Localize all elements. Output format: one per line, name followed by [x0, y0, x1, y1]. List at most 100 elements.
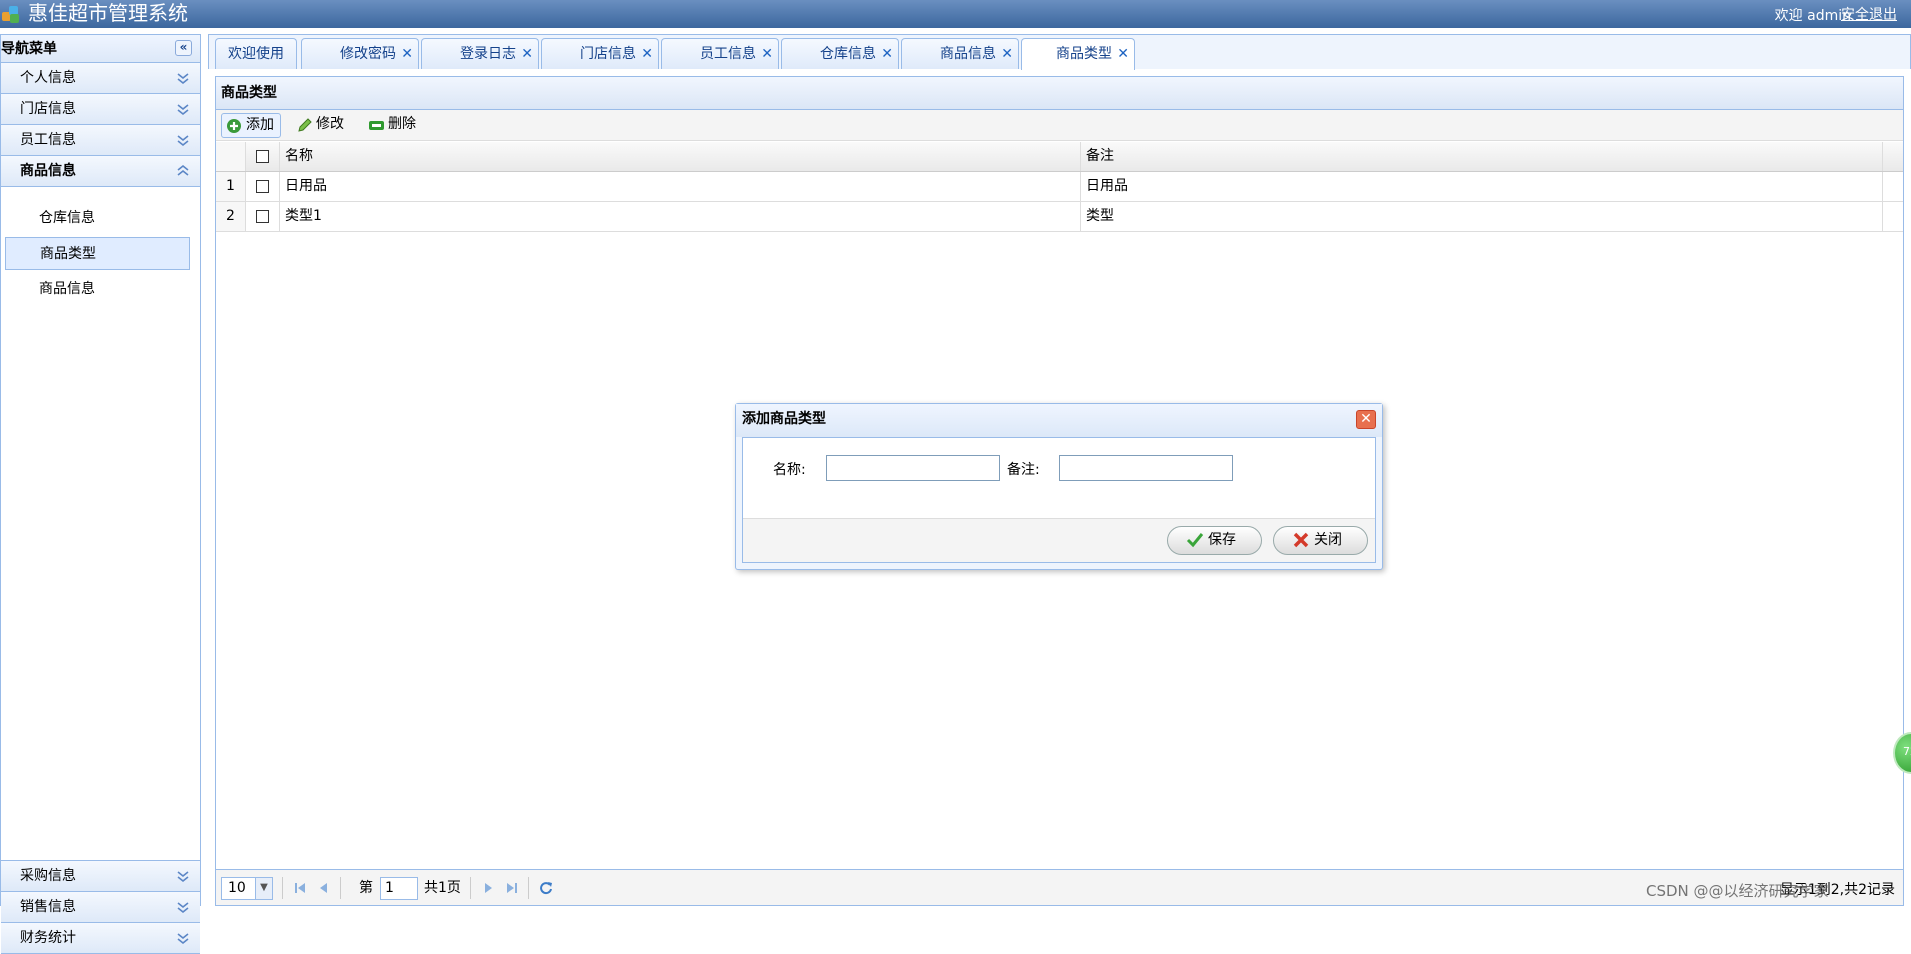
select-all-checkbox[interactable] — [256, 150, 269, 163]
page-size-select[interactable]: 10 ▼ — [221, 877, 273, 900]
close-icon[interactable]: ✕ — [761, 39, 773, 70]
chevron-down-icon: ▼ — [255, 878, 272, 899]
section-label: 采购信息 — [20, 868, 76, 884]
tab-label: 商品类型 — [1056, 46, 1112, 62]
delete-label: 删除 — [388, 116, 416, 132]
sidebar-section-purchase[interactable]: 采购信息 — [1, 861, 200, 892]
sidebar-section-finance[interactable]: 财务统计 — [1, 923, 200, 954]
watermark: CSDN @@以经济研究学家 — [1646, 882, 1829, 900]
app-logo-icon — [2, 6, 26, 24]
sidebar-section-sales[interactable]: 销售信息 — [1, 892, 200, 923]
tab-staff-info[interactable]: 员工信息 ✕ — [661, 38, 779, 69]
tab-label: 员工信息 — [700, 46, 756, 62]
close-icon[interactable]: ✕ — [1117, 39, 1129, 70]
cell-name: 类型1 — [280, 202, 1081, 231]
tab-store-info[interactable]: 门店信息 ✕ — [541, 38, 659, 69]
close-button[interactable]: 关闭 — [1273, 526, 1368, 555]
first-page-icon[interactable] — [292, 880, 308, 896]
welcome-text: 欢迎 admin — [1774, 8, 1851, 24]
minus-icon — [369, 121, 384, 130]
row-number-header — [216, 142, 246, 171]
row-checkbox[interactable] — [256, 210, 269, 223]
name-input[interactable] — [826, 455, 1000, 481]
row-number: 1 — [216, 172, 246, 201]
add-button[interactable]: 添加 — [221, 113, 281, 138]
sidebar-header: 导航菜单 « — [1, 35, 200, 63]
divider — [470, 877, 471, 899]
next-page-icon[interactable] — [480, 880, 496, 896]
logout-link[interactable]: 安全退出 — [1841, 4, 1897, 24]
tab-label: 欢迎使用 — [228, 46, 284, 62]
row-check-cell — [246, 172, 280, 201]
section-label: 商品信息 — [20, 163, 76, 179]
section-label: 门店信息 — [20, 101, 76, 117]
toolbar: 添加 修改 删除 — [216, 110, 1903, 141]
sidebar-item-goods-type[interactable]: 商品类型 — [5, 237, 190, 270]
chevron-down-icon — [176, 71, 190, 85]
sidebar-section-goods[interactable]: 商品信息 — [1, 156, 200, 187]
table-row[interactable]: 1 日用品 日用品 — [216, 172, 1903, 202]
remark-input[interactable] — [1059, 455, 1233, 481]
tab-change-password[interactable]: 修改密码 ✕ — [301, 38, 419, 69]
save-label: 保存 — [1208, 532, 1236, 548]
app-header: 惠佳超市管理系统 欢迎 admin 安全退出 — [0, 0, 1911, 28]
chevron-down-icon — [176, 931, 190, 945]
close-icon[interactable]: ✕ — [1356, 410, 1376, 429]
grid-header: 名称 备注 — [216, 142, 1903, 172]
section-label: 员工信息 — [20, 132, 76, 148]
tab-login-log[interactable]: 登录日志 ✕ — [421, 38, 539, 69]
collapse-sidebar-button[interactable]: « — [175, 40, 192, 56]
save-button[interactable]: 保存 — [1167, 526, 1262, 555]
dialog-header: 添加商品类型 ✕ — [736, 404, 1382, 437]
column-header-name[interactable]: 名称 — [280, 142, 1081, 171]
add-label: 添加 — [246, 117, 274, 133]
sidebar-item-goods-info[interactable]: 商品信息 — [5, 273, 190, 306]
cell-name: 日用品 — [280, 172, 1081, 201]
close-icon[interactable]: ✕ — [881, 39, 893, 70]
cell-remark: 类型 — [1081, 202, 1883, 231]
close-icon[interactable]: ✕ — [641, 39, 653, 70]
divider — [340, 877, 341, 899]
tab-warehouse-info[interactable]: 仓库信息 ✕ — [781, 38, 899, 69]
tab-label: 商品信息 — [940, 46, 996, 62]
tab-label: 登录日志 — [460, 46, 516, 62]
prev-page-icon[interactable] — [316, 880, 332, 896]
add-icon — [227, 119, 241, 133]
close-label: 关闭 — [1314, 532, 1342, 548]
pencil-icon — [298, 118, 312, 132]
sidebar-submenu: 仓库信息 商品类型 商品信息 — [1, 187, 200, 861]
table-row[interactable]: 2 类型1 类型 — [216, 202, 1903, 232]
delete-button[interactable]: 删除 — [364, 113, 424, 138]
tab-label: 门店信息 — [580, 46, 636, 62]
cell-remark: 日用品 — [1081, 172, 1883, 201]
close-icon[interactable]: ✕ — [401, 39, 413, 70]
refresh-icon[interactable] — [538, 880, 554, 896]
tab-goods-type[interactable]: 商品类型 ✕ — [1021, 38, 1135, 70]
section-label: 个人信息 — [20, 70, 76, 86]
edit-label: 修改 — [316, 116, 344, 132]
dialog-footer: 保存 关闭 — [743, 518, 1375, 562]
chevron-up-icon — [176, 164, 190, 178]
sidebar-section-staff[interactable]: 员工信息 — [1, 125, 200, 156]
edit-button[interactable]: 修改 — [292, 113, 350, 138]
row-check-cell — [246, 202, 280, 231]
chevron-down-icon — [176, 869, 190, 883]
sidebar-section-personal[interactable]: 个人信息 — [1, 63, 200, 94]
data-grid: 名称 备注 1 日用品 日用品 2 类型1 类型 — [216, 142, 1903, 232]
last-page-icon[interactable] — [504, 880, 520, 896]
sidebar-item-warehouse[interactable]: 仓库信息 — [5, 202, 190, 235]
tab-label: 修改密码 — [340, 46, 396, 62]
tab-welcome[interactable]: 欢迎使用 — [215, 38, 297, 69]
select-all-cell — [246, 142, 280, 171]
page-number-input[interactable]: 1 — [380, 877, 418, 900]
tab-goods-info[interactable]: 商品信息 ✕ — [901, 38, 1019, 69]
page-size-value: 10 — [228, 880, 246, 896]
chevron-down-icon — [176, 133, 190, 147]
sidebar-section-store[interactable]: 门店信息 — [1, 94, 200, 125]
close-icon[interactable]: ✕ — [521, 39, 533, 70]
dialog-body: 名称: 备注: 保存 关闭 — [742, 437, 1376, 563]
close-icon[interactable]: ✕ — [1001, 39, 1013, 70]
column-header-remark[interactable]: 备注 — [1081, 142, 1883, 171]
row-checkbox[interactable] — [256, 180, 269, 193]
cross-icon — [1293, 532, 1309, 548]
